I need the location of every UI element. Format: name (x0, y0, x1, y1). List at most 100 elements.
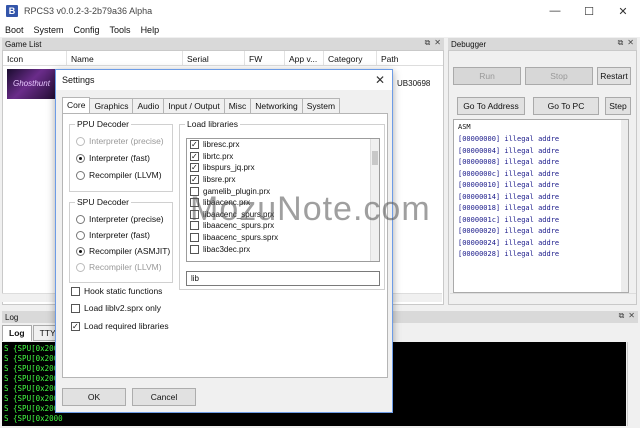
tab-networking[interactable]: Networking (250, 98, 303, 113)
tab-input-output[interactable]: Input / Output (163, 98, 225, 113)
list-item[interactable]: libaacenc_spurs.sprx (187, 232, 379, 244)
close-icon[interactable]: ✕ (628, 311, 635, 321)
asm-line: [00000018] illegal addre (458, 204, 560, 212)
close-button[interactable]: ✕ (606, 0, 640, 22)
ppu-interpreter-precise[interactable]: Interpreter (precise) (76, 136, 164, 146)
load-libraries-title: Load libraries (185, 119, 241, 129)
column-app-version[interactable]: App v... (285, 51, 324, 65)
checkbox-icon (190, 233, 199, 243)
library-filter-input[interactable]: lib (186, 271, 380, 286)
float-icon[interactable]: ⧉ (619, 311, 625, 321)
list-item[interactable]: gamelib_plugin.prx (187, 185, 379, 197)
checkbox-icon (71, 303, 80, 313)
settings-dialog: Settings ✕ Core Graphics Audio Input / O… (55, 69, 393, 413)
column-serial[interactable]: Serial (183, 51, 245, 65)
go-to-pc-button[interactable]: Go To PC (533, 97, 599, 115)
maximize-button[interactable]: ☐ (572, 0, 606, 22)
close-icon[interactable]: ✕ (627, 38, 634, 48)
column-name[interactable]: Name (67, 51, 183, 65)
tab-system[interactable]: System (301, 98, 341, 113)
menu-system[interactable]: System (29, 25, 69, 35)
ppu-decoder-title: PPU Decoder (75, 119, 131, 129)
library-list-scrollbar[interactable] (370, 139, 379, 261)
settings-tabs: Core Graphics Audio Input / Output Misc … (62, 97, 341, 113)
debugger-title: Debugger (451, 39, 487, 49)
load-required-libraries-checkbox[interactable]: Load required libraries (71, 321, 169, 331)
game-icon-image: Ghosthunt (7, 69, 57, 99)
settings-close-icon[interactable]: ✕ (375, 73, 385, 87)
log-title: Log (5, 312, 19, 322)
spu-recompiler-llvm[interactable]: Recompiler (LLVM) (76, 262, 162, 272)
window-title: RPCS3 v0.0.2-3-2b79a36 Alpha (24, 6, 153, 16)
step-button[interactable]: Step (605, 97, 631, 115)
spu-decoder-title: SPU Decoder (75, 197, 131, 207)
radio-icon (76, 214, 85, 224)
tab-graphics[interactable]: Graphics (89, 98, 134, 113)
tab-misc[interactable]: Misc (223, 98, 252, 113)
debugger-hscrollbar[interactable] (450, 293, 636, 302)
column-category[interactable]: Category (324, 51, 377, 65)
spu-interpreter-fast[interactable]: Interpreter (fast) (76, 230, 150, 240)
log-line: S {SPU[0x2000 (4, 414, 63, 423)
asm-line: [00000004] illegal addre (458, 146, 560, 155)
load-libraries-group: Load libraries libresc.prx librtc.prx li… (179, 119, 385, 290)
hook-static-functions-checkbox[interactable]: Hook static functions (71, 286, 162, 296)
list-item[interactable]: libsre.prx (187, 174, 379, 186)
asm-vscrollbar[interactable] (621, 120, 628, 292)
asm-listing[interactable]: ASM [00000000] illegal addre [00000004] … (453, 119, 629, 293)
asm-line: [0000000c] illegal addre (458, 169, 560, 178)
asm-line: [0000001c] illegal addre (458, 215, 560, 224)
close-icon[interactable]: ✕ (434, 38, 441, 48)
title-bar: B RPCS3 v0.0.2-3-2b79a36 Alpha — ☐ ✕ (0, 0, 640, 22)
minimize-button[interactable]: — (538, 0, 572, 22)
spu-interpreter-precise[interactable]: Interpreter (precise) (76, 214, 164, 224)
menu-config[interactable]: Config (69, 25, 105, 35)
tab-log[interactable]: Log (2, 325, 32, 341)
ppu-recompiler-llvm[interactable]: Recompiler (LLVM) (76, 170, 162, 180)
checkbox-icon (190, 209, 199, 219)
ppu-interpreter-fast[interactable]: Interpreter (fast) (76, 153, 150, 163)
radio-icon (76, 230, 85, 240)
go-to-address-button[interactable]: Go To Address (457, 97, 525, 115)
library-list[interactable]: libresc.prx librtc.prx libspurs_jq.prx l… (186, 138, 380, 262)
list-item[interactable]: libaacenc_spurs.prx (187, 209, 379, 221)
menu-boot[interactable]: Boot (0, 25, 29, 35)
checkbox-icon (190, 221, 199, 231)
float-icon[interactable]: ⧉ (425, 38, 431, 48)
log-vscrollbar[interactable] (627, 342, 638, 426)
menu-tools[interactable]: Tools (105, 25, 136, 35)
asm-title: ASM (458, 123, 471, 131)
spu-recompiler-asmjit[interactable]: Recompiler (ASMJIT) (76, 246, 170, 256)
window-controls: — ☐ ✕ (538, 0, 640, 22)
menu-help[interactable]: Help (136, 25, 165, 35)
radio-icon (76, 170, 85, 180)
column-path[interactable]: Path (377, 51, 443, 65)
settings-title-bar: Settings (56, 70, 392, 90)
list-item[interactable]: libac3dec.prx (187, 243, 379, 255)
list-item[interactable]: libaacenc_spurs.prx (187, 220, 379, 232)
list-item[interactable]: librtc.prx (187, 151, 379, 163)
restart-button[interactable]: Restart (597, 67, 631, 85)
checkbox-icon (190, 151, 199, 161)
game-list-header: Game List ⧉ ✕ (2, 38, 444, 50)
run-button[interactable]: Run (453, 67, 521, 85)
ppu-decoder-group: PPU Decoder Interpreter (precise) Interp… (69, 119, 173, 192)
column-fw[interactable]: FW (245, 51, 285, 65)
checkbox-icon (190, 186, 199, 196)
load-liblv2-checkbox[interactable]: Load liblv2.sprx only (71, 303, 161, 313)
stop-button[interactable]: Stop (525, 67, 593, 85)
tab-core[interactable]: Core (62, 97, 91, 113)
cancel-button[interactable]: Cancel (132, 388, 196, 406)
list-item[interactable]: libresc.prx (187, 139, 379, 151)
tab-audio[interactable]: Audio (132, 98, 165, 113)
checkbox-icon (190, 175, 199, 185)
float-icon[interactable]: ⧉ (618, 38, 624, 48)
game-list-title: Game List (5, 39, 42, 49)
radio-icon (76, 153, 85, 163)
list-item[interactable]: libaacenc.prx (187, 197, 379, 209)
column-icon[interactable]: Icon (3, 51, 67, 65)
ok-button[interactable]: OK (62, 388, 126, 406)
scrollbar-thumb[interactable] (372, 151, 378, 165)
list-item[interactable]: libspurs_jq.prx (187, 162, 379, 174)
checkbox-icon (190, 244, 199, 254)
